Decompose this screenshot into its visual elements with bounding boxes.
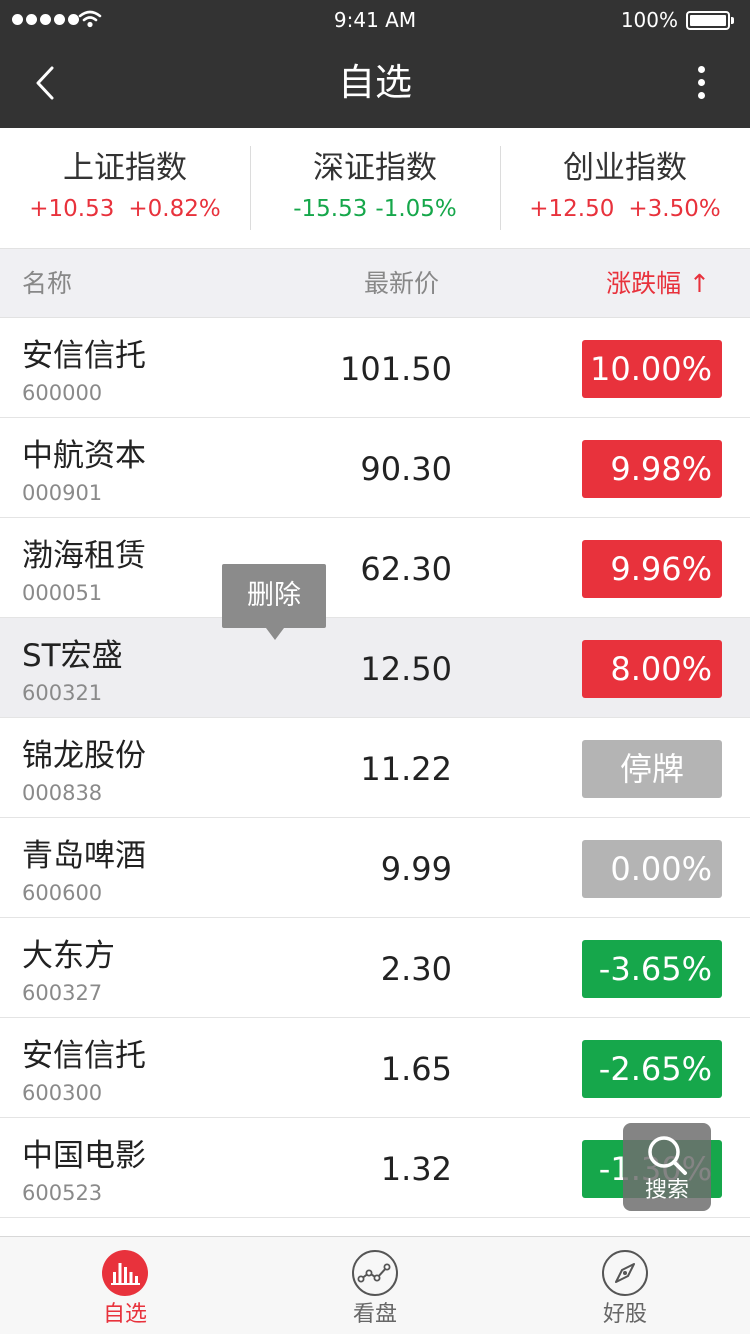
stock-code: 600300 xyxy=(22,1081,103,1105)
stock-price: 62.30 xyxy=(360,550,452,588)
stock-row[interactable]: 锦龙股份 000838 11.22 停牌 xyxy=(0,718,750,818)
index-card[interactable]: 深证指数 -15.53 -1.05% xyxy=(250,128,500,248)
stock-price: 90.30 xyxy=(360,450,452,488)
change-badge[interactable]: 9.98% xyxy=(582,440,722,498)
tab-watchlist[interactable]: 自选 xyxy=(0,1237,250,1334)
stock-price: 11.22 xyxy=(360,750,452,788)
stock-code: 600523 xyxy=(22,1181,103,1205)
stock-price: 1.32 xyxy=(380,1150,452,1188)
search-icon xyxy=(648,1136,687,1175)
index-values: +10.53 +0.82% xyxy=(0,194,250,224)
stock-row[interactable]: 渤海租赁 000051 62.30 9.96% xyxy=(0,518,750,618)
tab-label: 看盘 xyxy=(352,1302,397,1327)
stock-row[interactable]: ST宏盛 600321 12.50 8.00% xyxy=(0,618,750,718)
index-percent: +0.82% xyxy=(128,196,221,222)
battery-percent: 100% xyxy=(620,8,678,32)
stock-price: 1.65 xyxy=(380,1050,452,1088)
tab-picks[interactable]: 好股 xyxy=(500,1237,750,1334)
stock-price: 12.50 xyxy=(360,650,452,688)
index-percent: -1.05% xyxy=(375,196,457,222)
tab-market[interactable]: 看盘 xyxy=(250,1237,500,1334)
change-badge[interactable]: 0.00% xyxy=(582,840,722,898)
tab-bar: 自选 看盘 好股 xyxy=(0,1236,750,1334)
search-button[interactable]: 搜索 xyxy=(623,1123,711,1211)
stock-row[interactable]: 安信信托 600000 101.50 10.00% xyxy=(0,318,750,418)
top-bar: 9:41 AM 100% 自选 xyxy=(0,0,750,128)
index-name: 上证指数 xyxy=(63,150,187,186)
status-bar: 9:41 AM 100% xyxy=(0,0,750,40)
compass-icon xyxy=(602,1250,648,1296)
stock-code: 600327 xyxy=(22,981,103,1005)
search-label: 搜索 xyxy=(644,1178,689,1203)
stock-name: 大东方 xyxy=(22,938,115,974)
stock-code: 600600 xyxy=(22,881,103,905)
stock-name: 中航资本 xyxy=(22,438,146,474)
tab-label: 自选 xyxy=(102,1302,147,1327)
change-badge[interactable]: 8.00% xyxy=(582,640,722,698)
index-values: +12.50 +3.50% xyxy=(500,194,750,224)
change-badge[interactable]: -3.65% xyxy=(582,940,722,998)
tab-label: 好股 xyxy=(602,1302,647,1327)
delete-button[interactable]: 删除 xyxy=(222,564,326,640)
stock-list: 安信信托 600000 101.50 10.00% 中航资本 000901 90.30 9.9… xyxy=(0,318,750,1218)
index-values: -15.53 -1.05% xyxy=(250,194,500,224)
change-badge[interactable]: 9.96% xyxy=(582,540,722,598)
index-percent: +3.50% xyxy=(628,196,721,222)
column-price-header[interactable]: 最新价 xyxy=(364,249,439,319)
stock-name: ST宏盛 xyxy=(22,638,123,674)
stock-price: 2.30 xyxy=(380,950,452,988)
stock-code: 000838 xyxy=(22,781,103,805)
stock-name: 安信信托 xyxy=(22,338,146,374)
stock-name: 安信信托 xyxy=(22,1038,146,1074)
index-summary: 上证指数 +10.53 +0.82% 深证指数 -15.53 -1.05% 创业指数… xyxy=(0,128,750,248)
more-dots-icon[interactable] xyxy=(690,64,714,102)
page-title: 自选 xyxy=(338,61,412,104)
stock-name: 中国电影 xyxy=(22,1138,146,1174)
column-header: 名称 最新价 涨跌幅 ↑ xyxy=(0,248,750,318)
stock-name: 锦龙股份 xyxy=(22,738,146,774)
stock-row[interactable]: 安信信托 600300 1.65 -2.65% xyxy=(0,1018,750,1118)
stock-code: 000901 xyxy=(22,481,103,505)
stock-price: 9.99 xyxy=(380,850,452,888)
stock-row[interactable]: 青岛啤酒 600600 9.99 0.00% xyxy=(0,818,750,918)
stock-row[interactable]: 中航资本 000901 90.30 9.98% xyxy=(0,418,750,518)
battery-icon xyxy=(686,11,734,30)
index-change: +10.53 xyxy=(29,196,115,222)
column-change-sort[interactable]: 涨跌幅 ↑ xyxy=(606,249,710,319)
stock-code: 000051 xyxy=(22,581,103,605)
bar-chart-icon xyxy=(102,1250,148,1296)
stock-name: 青岛啤酒 xyxy=(22,838,146,874)
index-change: -15.53 xyxy=(293,196,368,222)
index-change: +12.50 xyxy=(529,196,615,222)
index-card[interactable]: 创业指数 +12.50 +3.50% xyxy=(500,128,750,248)
change-badge[interactable]: -2.65% xyxy=(582,1040,722,1098)
stock-code: 600321 xyxy=(22,681,103,705)
stock-code: 600000 xyxy=(22,381,103,405)
stock-name: 渤海租赁 xyxy=(22,538,146,574)
trend-line-icon xyxy=(352,1250,398,1296)
column-name-header: 名称 xyxy=(22,269,73,298)
change-badge[interactable]: 停牌 xyxy=(582,740,722,798)
index-name: 深证指数 xyxy=(313,150,437,186)
index-name: 创业指数 xyxy=(563,150,687,186)
change-badge[interactable]: 10.00% xyxy=(582,340,722,398)
index-card[interactable]: 上证指数 +10.53 +0.82% xyxy=(0,128,250,248)
stock-row[interactable]: 大东方 600327 2.30 -3.65% xyxy=(0,918,750,1018)
stock-price: 101.50 xyxy=(340,350,452,388)
